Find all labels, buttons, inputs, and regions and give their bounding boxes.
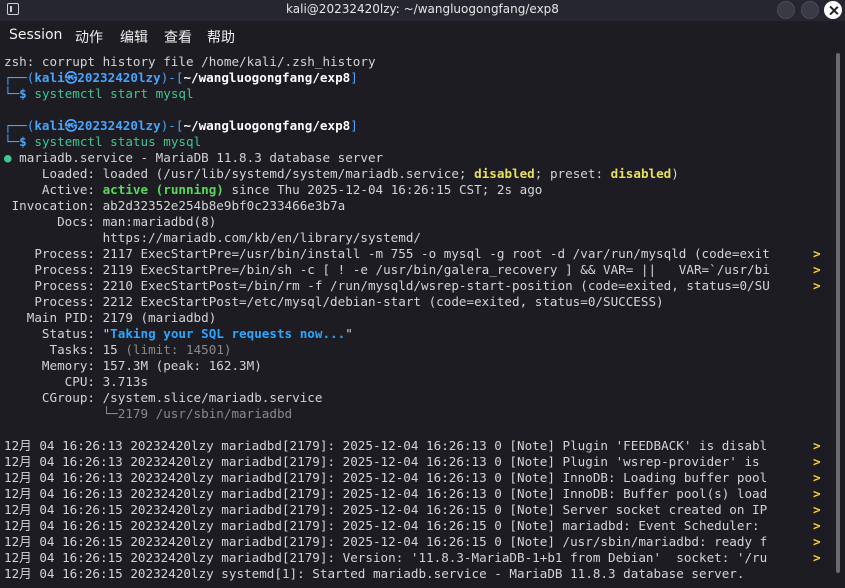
terminal-window: kali@20232420lzy: ~/wangluogongfang/exp8… <box>0 0 845 588</box>
prompt-host: 20232420lzy <box>77 118 161 133</box>
cgroup-child-line: └─2179 /usr/sbin/mariadbd <box>4 406 293 421</box>
active-status: active (running) <box>102 182 224 197</box>
menu-help[interactable]: 帮助 <box>207 27 235 47</box>
prompt-at: ㉿ <box>64 118 78 133</box>
prompt-user: kali <box>34 118 65 133</box>
active-line: Active: active (running) since Thu 2025-… <box>4 182 543 197</box>
truncation-marker: > <box>813 278 821 293</box>
menu-edit[interactable]: 编辑 <box>120 27 148 47</box>
truncation-marker: > <box>813 486 821 501</box>
prompt-dollar: $ <box>19 86 27 101</box>
menu-view[interactable]: 查看 <box>164 27 192 47</box>
docs-line: Docs: man:mariadbd(8) <box>4 214 217 229</box>
truncation-marker: > <box>813 262 821 277</box>
prompt-line-1: ┌──(kali㉿20232420lzy)-[~/wangluogongfang… <box>4 70 358 85</box>
menu-session[interactable]: Session <box>9 27 62 43</box>
invocation-line: Invocation: ab2d32352e254b8e9bf0c233466e… <box>4 198 346 213</box>
minimize-button[interactable] <box>777 1 795 19</box>
process-line: Process: 2117 ExecStartPre=/usr/bin/inst… <box>4 246 821 261</box>
process-line: Process: 2119 ExecStartPre=/bin/sh -c [ … <box>4 262 821 277</box>
status-dot-icon: ● <box>4 150 12 165</box>
menu-action[interactable]: 动作 <box>75 27 103 47</box>
prompt-dir: ~/wangluogongfang/exp8 <box>183 70 351 85</box>
prompt-dollar: $ <box>19 134 27 149</box>
truncation-marker: > <box>813 246 821 261</box>
window-title: kali@20232420lzy: ~/wangluogongfang/exp8 <box>286 2 559 16</box>
log-line: 12月 04 16:26:15 20232420lzy mariadbd[217… <box>4 550 821 565</box>
status-message: Taking your SQL requests now... <box>110 326 346 341</box>
docs-url-line: https://mariadb.com/kb/en/library/system… <box>4 230 422 245</box>
command-line-1: └─$ systemctl start mysql <box>4 86 194 101</box>
cpu-line: CPU: 3.713s <box>4 374 149 389</box>
status-line: Status: "Taking your SQL requests now...… <box>4 326 353 341</box>
title-bar[interactable]: kali@20232420lzy: ~/wangluogongfang/exp8 <box>0 0 845 21</box>
prompt-host: 20232420lzy <box>77 70 161 85</box>
service-header: ● mariadb.service - MariaDB 11.8.3 datab… <box>4 150 384 165</box>
command-line-2: └─$ systemctl status mysql <box>4 134 202 149</box>
cgroup-line: CGroup: /system.slice/mariadb.service <box>4 390 323 405</box>
truncation-marker: > <box>813 550 821 565</box>
scrollbar[interactable] <box>836 49 842 588</box>
truncation-marker: > <box>813 534 821 549</box>
loaded-line: Loaded: loaded (/usr/lib/systemd/system/… <box>4 166 679 181</box>
log-line: 12月 04 16:26:15 20232420lzy mariadbd[217… <box>4 502 821 517</box>
close-button[interactable] <box>824 1 842 19</box>
truncation-marker: > <box>813 470 821 485</box>
prompt-user: kali <box>34 70 65 85</box>
command-text: systemctl status mysql <box>34 134 202 149</box>
memory-line: Memory: 157.3M (peak: 162.3M) <box>4 358 262 373</box>
terminal-output[interactable]: zsh: corrupt history file /home/kali/.zs… <box>0 49 835 588</box>
truncation-marker: > <box>813 454 821 469</box>
log-line: 12月 04 16:26:15 20232420lzy systemd[1]: … <box>4 566 745 581</box>
main-pid-line: Main PID: 2179 (mariadbd) <box>4 310 217 325</box>
log-line: 12月 04 16:26:13 20232420lzy mariadbd[217… <box>4 470 821 485</box>
log-line: 12月 04 16:26:15 20232420lzy mariadbd[217… <box>4 534 821 549</box>
truncation-marker: > <box>813 502 821 517</box>
log-line: 12月 04 16:26:15 20232420lzy mariadbd[217… <box>4 518 821 533</box>
maximize-button[interactable] <box>801 1 819 19</box>
truncation-marker: > <box>813 438 821 453</box>
prompt-line-2: ┌──(kali㉿20232420lzy)-[~/wangluogongfang… <box>4 118 358 133</box>
process-line: Process: 2212 ExecStartPost=/etc/mysql/d… <box>4 294 664 309</box>
zsh-warning-line: zsh: corrupt history file /home/kali/.zs… <box>4 54 376 69</box>
log-line: 12月 04 16:26:13 20232420lzy mariadbd[217… <box>4 438 821 453</box>
process-line: Process: 2210 ExecStartPost=/bin/rm -f /… <box>4 278 821 293</box>
menu-bar: Session 动作 编辑 查看 帮助 <box>0 21 845 49</box>
truncation-marker: > <box>813 518 821 533</box>
command-text: systemctl start mysql <box>34 86 194 101</box>
prompt-at: ㉿ <box>64 70 78 85</box>
log-line: 12月 04 16:26:13 20232420lzy mariadbd[217… <box>4 454 821 469</box>
tasks-line: Tasks: 15 (limit: 14501) <box>4 342 232 357</box>
prompt-dir: ~/wangluogongfang/exp8 <box>183 118 351 133</box>
log-line: 12月 04 16:26:13 20232420lzy mariadbd[217… <box>4 486 821 501</box>
scrollbar-thumb[interactable] <box>836 53 840 573</box>
